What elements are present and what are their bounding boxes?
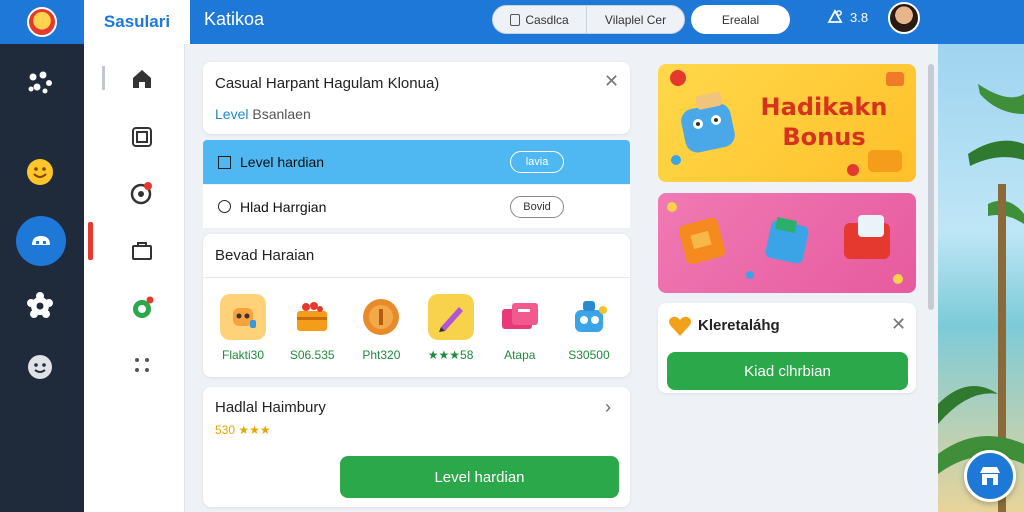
rail-item-dots[interactable] [22,64,58,100]
reward-item[interactable]: S30500 [557,294,621,362]
page-title: Katikoa [204,9,265,29]
reward-label: S06.535 [289,348,335,362]
heart-icon [669,316,691,336]
reward-item[interactable]: S06.535 [280,294,344,362]
pencil-icon [427,294,474,340]
rewards-title: Bevad Haraian [215,247,315,264]
nav-item-shop[interactable] [128,237,156,265]
rail-item-settings[interactable] [22,288,58,324]
badge-icon [133,296,154,318]
history-rating: 530 ★★★ [215,423,271,437]
checkbox[interactable] [218,155,231,169]
nav-item-home[interactable] [128,65,156,93]
app-logo[interactable] [0,0,84,44]
notification-count: 3.8 [850,9,869,25]
rail-item-profile[interactable] [22,349,58,385]
toy-robot-icon [566,294,612,340]
treasure-chest-icon [289,294,335,340]
floating-action-button[interactable] [964,450,1016,502]
molecule-icon [28,71,52,94]
coin-icon [358,294,404,340]
library-icon [132,127,152,147]
view-tab-left-label: Casdlca [525,12,569,27]
history-title: Hadlal Haimbury [215,399,326,416]
promo-button[interactable]: Kiad clhrbian [667,352,908,390]
gamepad-icon [32,236,50,245]
robot-icon [220,294,266,340]
notification-button[interactable]: 3.8 [826,8,868,26]
scrollbar[interactable] [928,64,934,310]
level-card: Casual Harpant Hagulam Klonua) Level Bsa… [203,62,630,134]
view-tab-right[interactable]: Vilaplel Cer [587,6,684,33]
nav-marker [102,66,105,90]
reward-label: S30500 [568,348,610,362]
active-indicator [88,222,93,260]
main-rail [0,44,84,512]
ticket-icon [497,294,543,340]
nav-item-more[interactable] [128,351,156,379]
chevron-right-icon[interactable]: › [605,397,611,418]
option-label-1: Level hardian [240,154,325,170]
history-card: Hadlal Haimbury 530 ★★★ › Level hardian [203,387,630,507]
grid-dots-icon [135,358,149,372]
blocks-banner[interactable] [658,193,916,293]
option-label-2: Hlad Harrgian [240,198,327,215]
close-icon[interactable]: ✕ [604,71,619,92]
level-value: Bsanlaen [252,106,311,122]
nav-item-stats[interactable] [128,179,156,207]
option-button-1[interactable]: lavia [510,151,564,173]
rail-item-games[interactable] [16,216,66,266]
user-avatar[interactable] [888,2,920,34]
document-icon [510,13,521,26]
gear-icon [27,292,53,318]
palm-tree-icon [938,84,1024,512]
reward-label: Flakti30 [221,348,265,362]
header-action-button[interactable]: Erealal [691,5,790,34]
brand-name[interactable]: Sasulari [84,0,190,44]
view-tab-left[interactable]: Casdlca [493,6,587,33]
reward-item[interactable]: Atapa [488,294,552,362]
store-icon [980,467,1000,485]
level-button[interactable]: Level hardian [340,456,619,498]
option-row-2[interactable]: Hlad Harrgian Bovid [203,185,630,229]
nav-item-library[interactable] [128,123,156,151]
level-key: Level [215,106,249,122]
reward-label: Atapa [504,348,536,362]
option-row-1[interactable]: Level hardian lavia [203,140,630,184]
briefcase-icon [132,242,152,260]
rewards-card: Bevad Haraian Flakti30 S06.535 Pht320 ★★… [203,234,630,377]
radio-button[interactable] [218,200,231,213]
divider [203,277,630,278]
level-card-title: Casual Harpant Hagulam Klonua) [215,75,440,92]
reward-item[interactable]: ★★★58 [419,294,483,362]
reward-item[interactable]: Pht320 [349,294,413,362]
reward-list: Flakti30 S06.535 Pht320 ★★★58 Atapa S305… [211,294,621,362]
secondary-nav [84,44,185,512]
level-card-subtitle: Level Bsanlaen [215,106,311,122]
promo-title: Kleretaláhg [698,317,780,334]
logo-icon [27,7,57,37]
option-button-2[interactable]: Bovid [510,195,564,218]
bell-icon [827,9,843,23]
bonus-banner[interactable]: Hadikakn Bonus [658,64,916,182]
view-switch: Casdlca Vilaplel Cer [492,5,685,34]
nav-item-friends[interactable] [128,294,156,322]
toy-blocks-icon [667,202,903,284]
smiley-icon [27,159,53,185]
rail-item-smiley[interactable] [22,154,58,190]
face-icon [28,355,52,379]
background-scene [938,44,1024,512]
home-icon [133,70,151,88]
reward-label: Pht320 [362,348,401,362]
close-icon[interactable]: ✕ [891,314,906,335]
reward-label: ★★★58 [427,348,474,362]
reward-item[interactable]: Flakti30 [211,294,275,362]
promo-card: Kleretaláhg ✕ Kiad clhrbian [658,303,916,393]
bonus-banner-text: Hadikakn Bonus [760,93,888,151]
pie-chart-icon [130,182,152,205]
